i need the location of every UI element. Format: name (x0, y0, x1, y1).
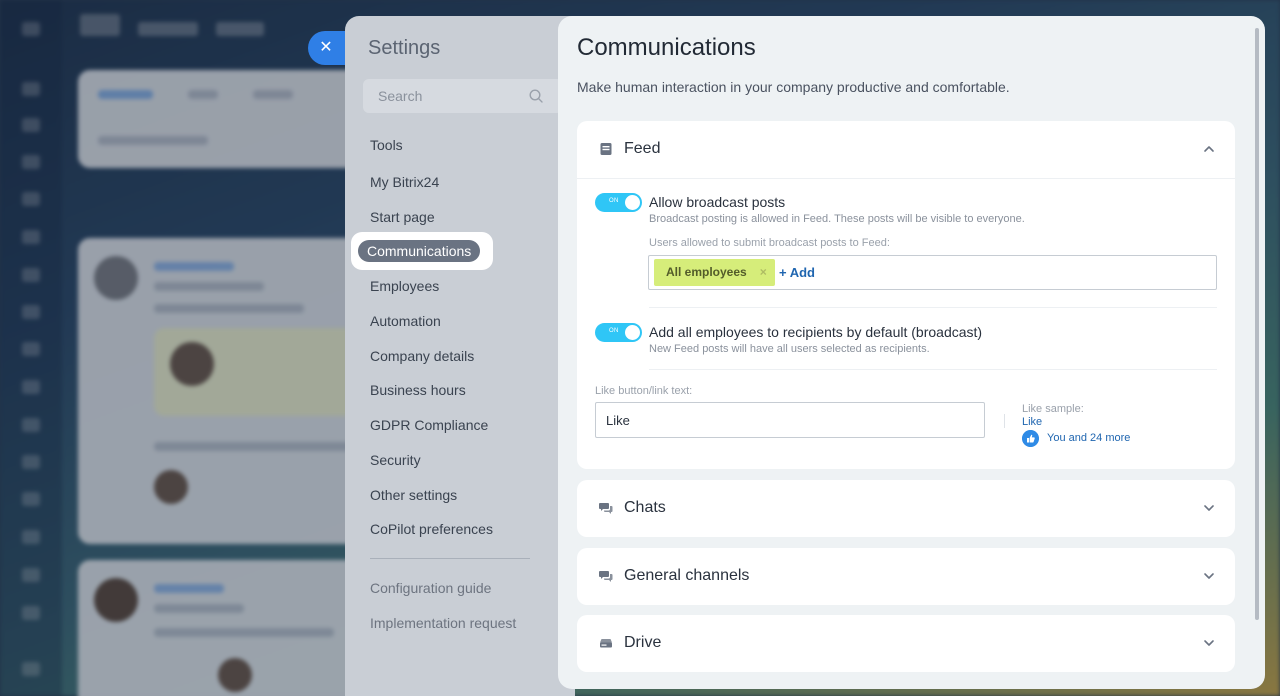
nav-item-other-settings[interactable]: Other settings (370, 487, 457, 503)
chevron-down-icon[interactable] (1203, 638, 1215, 648)
like-sample-count: You and 24 more (1047, 432, 1131, 444)
chats-section-header[interactable]: Chats (577, 480, 1235, 537)
broadcast-title: Allow broadcast posts (649, 194, 786, 210)
search-icon[interactable] (528, 88, 544, 104)
feed-section-title: Feed (624, 140, 661, 157)
general-channels-section-title: General channels (624, 567, 750, 584)
nav-item-security[interactable]: Security (370, 452, 421, 468)
nav-item-automation[interactable]: Automation (370, 313, 441, 329)
chevron-up-icon[interactable] (1203, 144, 1215, 154)
like-sample-label: Like sample: (1022, 403, 1084, 415)
settings-sidebar: Settings Tools My Bitrix24 Start page Co… (345, 16, 575, 696)
like-sample-link[interactable]: Like (1022, 416, 1042, 428)
add-users-link[interactable]: + Add (779, 265, 815, 280)
all-employees-tag: All employees × (654, 259, 775, 286)
toggle-on-label: ON (609, 328, 619, 334)
main-content: Communications Make human interaction in… (558, 16, 1265, 689)
like-text-label: Like button/link text: (595, 385, 693, 397)
feed-section: Feed ON Allow broadcast posts Broadcast … (577, 121, 1235, 469)
nav-item-gdpr-compliance[interactable]: GDPR Compliance (370, 417, 488, 433)
recipients-description: New Feed posts will have all users selec… (649, 343, 930, 355)
like-text-input[interactable] (595, 402, 985, 438)
page-subtitle: Make human interaction in your company p… (577, 79, 1010, 95)
scrollbar[interactable] (1255, 28, 1259, 620)
nav-divider (370, 558, 530, 559)
recipients-title: Add all employees to recipients by defau… (649, 324, 983, 340)
nav-item-label: Communications (358, 240, 481, 262)
toggle-knob (625, 325, 640, 340)
tag-label: All employees (666, 265, 747, 279)
drive-section: Drive (577, 615, 1235, 672)
nav-item-copilot-preferences[interactable]: CoPilot preferences (370, 521, 493, 537)
close-button[interactable]: ✕ (308, 31, 348, 65)
chats-section: Chats (577, 480, 1235, 537)
recipients-toggle[interactable]: ON (595, 323, 642, 342)
nav-item-implementation-request[interactable]: Implementation request (370, 615, 516, 631)
like-separator (1004, 414, 1005, 428)
nav-item-company-details[interactable]: Company details (370, 348, 474, 364)
nav-item-start-page[interactable]: Start page (370, 209, 435, 225)
divider (649, 369, 1217, 370)
nav-item-configuration-guide[interactable]: Configuration guide (370, 580, 491, 596)
divider (649, 307, 1217, 308)
section-divider (577, 178, 1235, 179)
chat-bubbles-icon (599, 503, 613, 514)
nav-item-tools[interactable]: Tools (370, 137, 403, 153)
thumbs-up-icon (1022, 430, 1039, 447)
broadcast-users-label: Users allowed to submit broadcast posts … (649, 237, 890, 249)
nav-item-business-hours[interactable]: Business hours (370, 382, 466, 398)
close-icon: ✕ (319, 39, 333, 56)
page-title: Communications (577, 34, 756, 61)
tag-remove-icon[interactable]: × (760, 259, 767, 286)
toggle-knob (625, 195, 640, 210)
drive-section-title: Drive (624, 634, 662, 651)
settings-title: Settings (368, 37, 441, 59)
drive-icon (600, 639, 612, 648)
general-channels-section-header[interactable]: General channels (577, 548, 1235, 605)
document-icon (600, 143, 612, 155)
search-box (363, 79, 563, 113)
broadcast-description: Broadcast posting is allowed in Feed. Th… (649, 213, 1025, 225)
broadcast-users-field[interactable]: All employees × + Add (648, 255, 1217, 290)
drive-section-header[interactable]: Drive (577, 615, 1235, 672)
chevron-down-icon[interactable] (1203, 571, 1215, 581)
general-channels-section: General channels (577, 548, 1235, 605)
feed-section-header[interactable]: Feed (577, 121, 1235, 178)
nav-item-communications[interactable]: Communications (351, 232, 493, 270)
chevron-down-icon[interactable] (1203, 503, 1215, 513)
nav-item-my-bitrix24[interactable]: My Bitrix24 (370, 174, 439, 190)
chat-bubbles-icon (599, 571, 613, 582)
chats-section-title: Chats (624, 499, 666, 516)
broadcast-toggle[interactable]: ON (595, 193, 642, 212)
nav-item-employees[interactable]: Employees (370, 278, 439, 294)
toggle-on-label: ON (609, 198, 619, 204)
